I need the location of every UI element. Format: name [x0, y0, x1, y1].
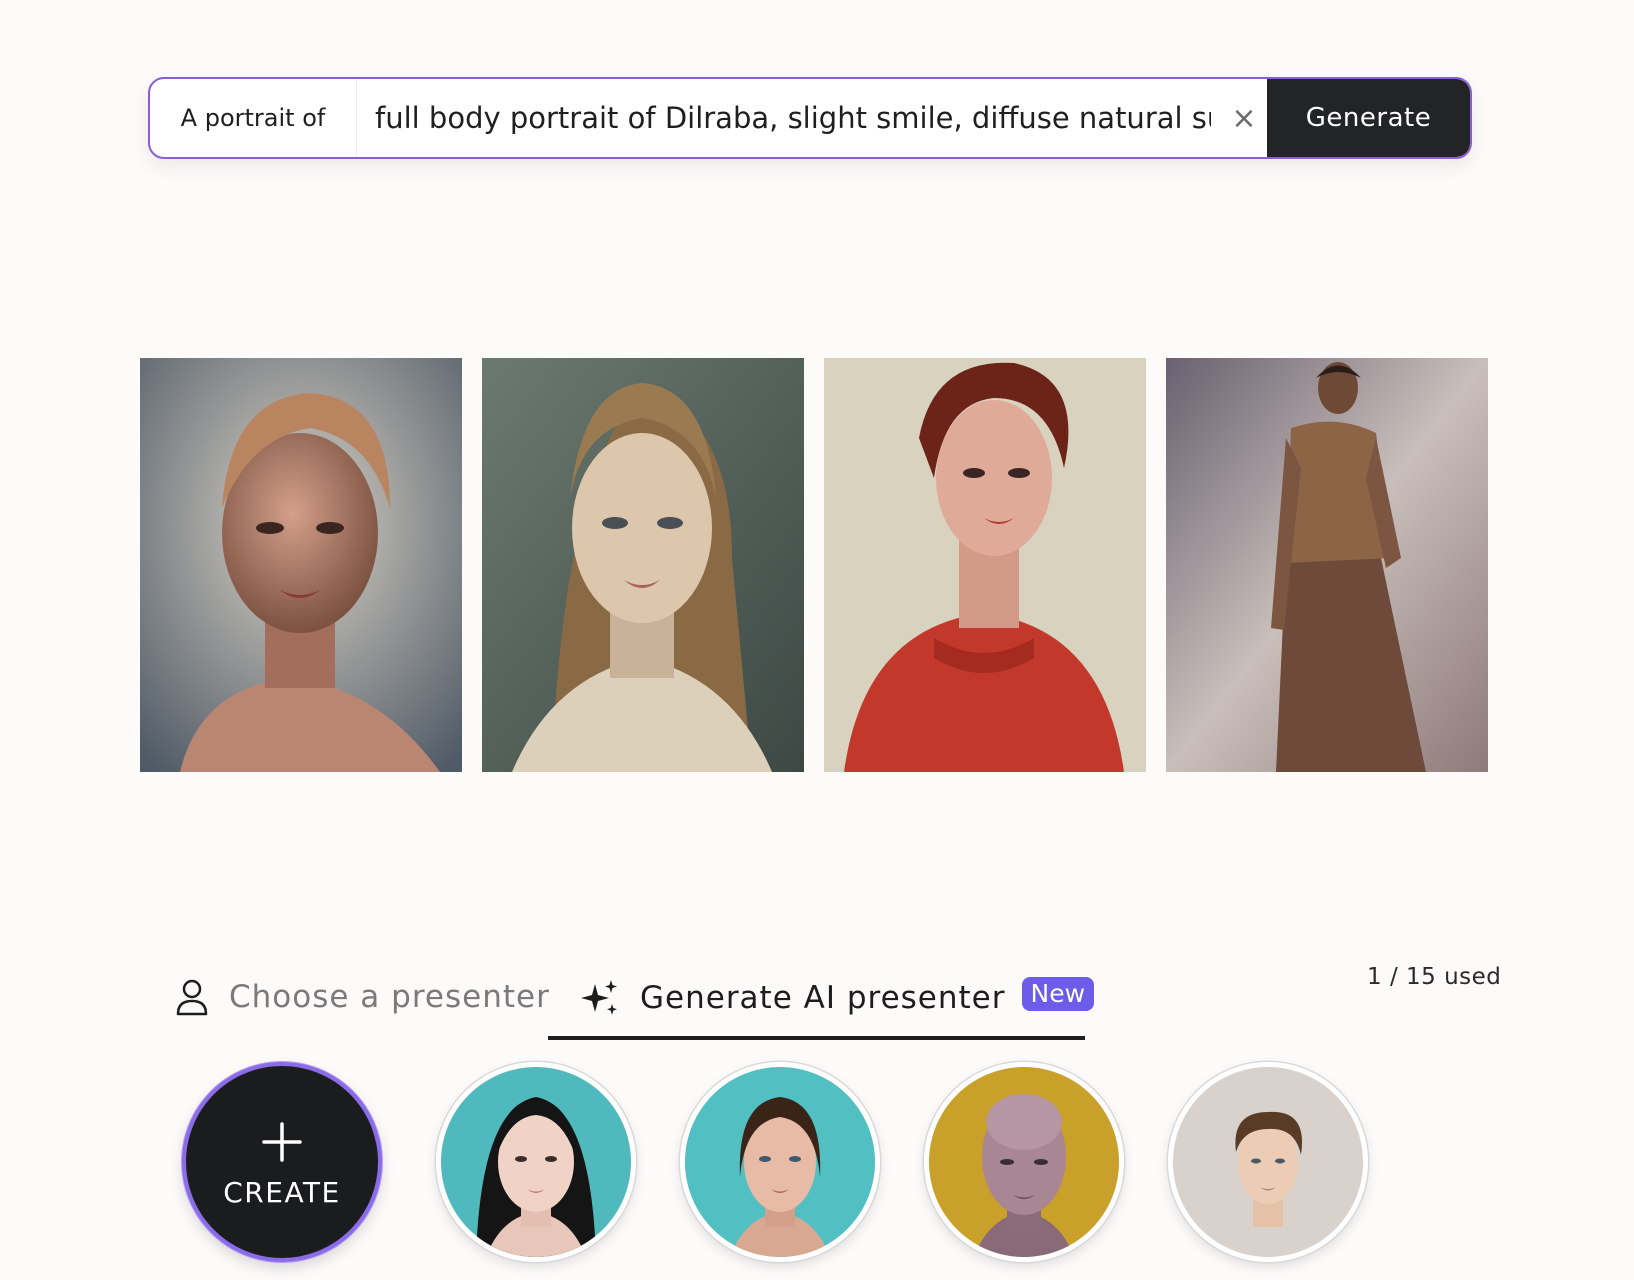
plus-icon	[260, 1120, 304, 1168]
prompt-prefix: A portrait of	[150, 79, 357, 157]
presenter-avatar-4[interactable]	[1168, 1062, 1368, 1262]
sparkles-icon	[580, 978, 620, 1018]
prompt-input[interactable]	[357, 79, 1221, 157]
presenter-portrait	[685, 1067, 875, 1257]
portrait-image	[482, 358, 804, 772]
portrait-image	[824, 358, 1146, 772]
tab-choose-presenter[interactable]: Choose a presenter	[175, 978, 550, 1016]
active-tab-indicator	[548, 1036, 1085, 1040]
user-icon	[175, 978, 209, 1016]
portrait-image	[1166, 358, 1488, 772]
result-image-1[interactable]	[140, 358, 462, 772]
result-image-2[interactable]	[482, 358, 804, 772]
generate-button[interactable]: Generate	[1267, 79, 1470, 157]
tab-choose-label: Choose a presenter	[229, 979, 550, 1015]
presenter-portrait	[1173, 1067, 1363, 1257]
tab-generate-ai-presenter[interactable]: Generate AI presenter New	[580, 977, 1095, 1018]
presenter-portrait	[929, 1067, 1119, 1257]
tab-generate-label: Generate AI presenter	[640, 980, 1006, 1016]
create-presenter-button[interactable]: CREATE	[182, 1062, 382, 1262]
new-badge: New	[1021, 977, 1095, 1011]
usage-counter: 1 / 15 used	[1367, 964, 1502, 990]
close-icon[interactable]: ×	[1221, 79, 1267, 157]
create-label: CREATE	[223, 1175, 341, 1209]
presenter-avatar-3[interactable]	[924, 1062, 1124, 1262]
presenter-avatar-2[interactable]	[680, 1062, 880, 1262]
portrait-image	[140, 358, 462, 772]
prompt-bar: A portrait of × Generate	[148, 77, 1472, 159]
result-image-3[interactable]	[824, 358, 1146, 772]
presenter-portrait	[441, 1067, 631, 1257]
presenter-avatar-1[interactable]	[436, 1062, 636, 1262]
result-image-4[interactable]	[1166, 358, 1488, 772]
